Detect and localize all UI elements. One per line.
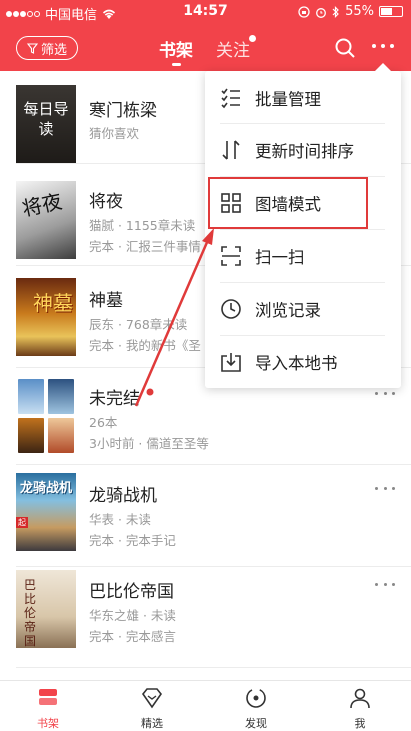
mini-cover	[18, 379, 44, 414]
cover-title: 每日导读	[23, 100, 69, 138]
book-meta: 猫腻 · 1155章未读	[89, 218, 196, 233]
filter-label: 筛选	[40, 42, 67, 58]
top-bar: 中国电信 14:57 55% 筛选 书架 关注	[0, 0, 411, 71]
row-more-icon[interactable]	[375, 583, 395, 587]
book-title: 神墓	[89, 291, 123, 311]
menu-label: 导入本地书	[255, 354, 338, 373]
status-right: 55%	[298, 4, 403, 19]
row-more-icon[interactable]	[375, 392, 395, 396]
cover-title: 将夜	[19, 189, 65, 221]
filter-icon	[26, 42, 38, 54]
search-icon[interactable]	[333, 36, 357, 60]
scan-icon	[221, 246, 241, 266]
tab-follow-label: 关注	[216, 41, 250, 61]
folder-meta: 3小时前 · 儒道至圣等	[89, 436, 209, 451]
tabbar-item-me[interactable]: 我	[319, 681, 401, 731]
book-meta: 华表 · 未读	[89, 512, 151, 527]
cover-title: 神墓	[33, 291, 73, 315]
book-meta: 猜你喜欢	[89, 126, 140, 141]
highlight-box	[208, 177, 368, 229]
book-cover: 神墓	[16, 278, 76, 356]
book-title: 将夜	[89, 192, 123, 212]
book-title: 龙骑战机	[89, 486, 157, 506]
battery-percent: 55%	[345, 4, 374, 19]
battery-icon	[379, 6, 403, 17]
menu-label: 扫一扫	[255, 248, 305, 267]
folder-title: 未完结	[89, 389, 140, 409]
book-status: 完本 · 我的新书《圣	[89, 338, 201, 353]
rotation-lock-icon	[298, 5, 310, 18]
tabbar-label: 精选	[141, 717, 163, 730]
menu-item-batch-manage[interactable]: 批量管理	[205, 72, 401, 124]
cover-title: 巴比伦帝国	[24, 578, 37, 648]
tabbar-item-bookshelf[interactable]: 书架	[7, 681, 89, 731]
tabbar-label: 我	[354, 717, 366, 730]
folder-cover	[16, 377, 76, 455]
screen: 中国电信 14:57 55% 筛选 书架 关注 每日导读 寒门栋梁 猜你喜欢 将…	[0, 0, 411, 731]
menu-label: 浏览记录	[255, 301, 321, 320]
popup-menu: 批量管理 更新时间排序 图墙模式 扫一扫 浏览记录 导入本地书	[205, 63, 401, 388]
cover-title: 龙骑战机	[20, 481, 73, 496]
list-item[interactable]: 巴比伦帝国 巴比伦帝国 华东之雄 · 未读 完本 · 完本感言	[0, 567, 411, 667]
menu-item-scan[interactable]: 扫一扫	[205, 230, 401, 282]
row-more-icon[interactable]	[375, 487, 395, 491]
tab-bookshelf[interactable]: 书架	[159, 36, 193, 66]
book-meta: 华东之雄 · 未读	[89, 608, 176, 623]
tabbar-item-featured[interactable]: 精选	[111, 681, 193, 731]
person-icon	[350, 688, 370, 709]
tabbar-label: 发现	[245, 717, 267, 730]
sort-icon	[222, 140, 240, 160]
book-status: 完本 · 汇报三件事情	[89, 239, 201, 254]
alarm-icon	[316, 7, 327, 18]
tab-follow[interactable]: 关注	[216, 35, 256, 61]
divider	[16, 667, 411, 668]
menu-label: 批量管理	[255, 90, 321, 109]
book-status: 完本 · 完本手记	[89, 533, 176, 548]
menu-item-sort-by-update[interactable]: 更新时间排序	[205, 124, 401, 176]
book-cover: 巴比伦帝国	[16, 570, 76, 648]
discover-icon	[246, 688, 266, 708]
diamond-icon	[142, 688, 162, 709]
mini-cover	[48, 379, 74, 414]
bluetooth-icon	[332, 5, 339, 18]
menu-item-import-local[interactable]: 导入本地书	[205, 336, 401, 388]
book-status: 完本 · 完本感言	[89, 629, 176, 644]
filter-button[interactable]: 筛选	[16, 36, 78, 60]
more-icon[interactable]	[372, 44, 394, 50]
list-item[interactable]: 龙骑战机 起 龙骑战机 华表 · 未读 完本 · 完本手记	[0, 465, 411, 566]
bookshelf-icon	[39, 689, 57, 705]
mini-cover	[18, 418, 44, 453]
tabbar-label: 书架	[37, 717, 59, 730]
cover-tag: 起	[16, 517, 28, 528]
bottom-tab-bar: 书架 精选 发现 我	[0, 680, 411, 731]
header: 筛选 书架 关注	[0, 28, 411, 68]
book-title: 寒门栋梁	[89, 101, 157, 121]
book-cover: 龙骑战机 起	[16, 473, 76, 551]
clock-icon	[221, 299, 241, 319]
checklist-icon	[221, 88, 240, 109]
book-title: 巴比伦帝国	[89, 582, 174, 602]
book-cover: 将夜	[16, 181, 76, 259]
notification-dot	[249, 35, 256, 42]
folder-count: 26本	[89, 415, 118, 430]
book-cover: 每日导读	[16, 85, 76, 163]
import-icon	[221, 353, 241, 372]
tabbar-item-discover[interactable]: 发现	[215, 681, 297, 731]
status-bar: 中国电信 14:57 55%	[0, 0, 411, 24]
book-meta: 辰东 · 768章未读	[89, 317, 188, 332]
mini-cover	[48, 418, 74, 453]
menu-label: 更新时间排序	[255, 142, 354, 161]
menu-item-history[interactable]: 浏览记录	[205, 283, 401, 335]
